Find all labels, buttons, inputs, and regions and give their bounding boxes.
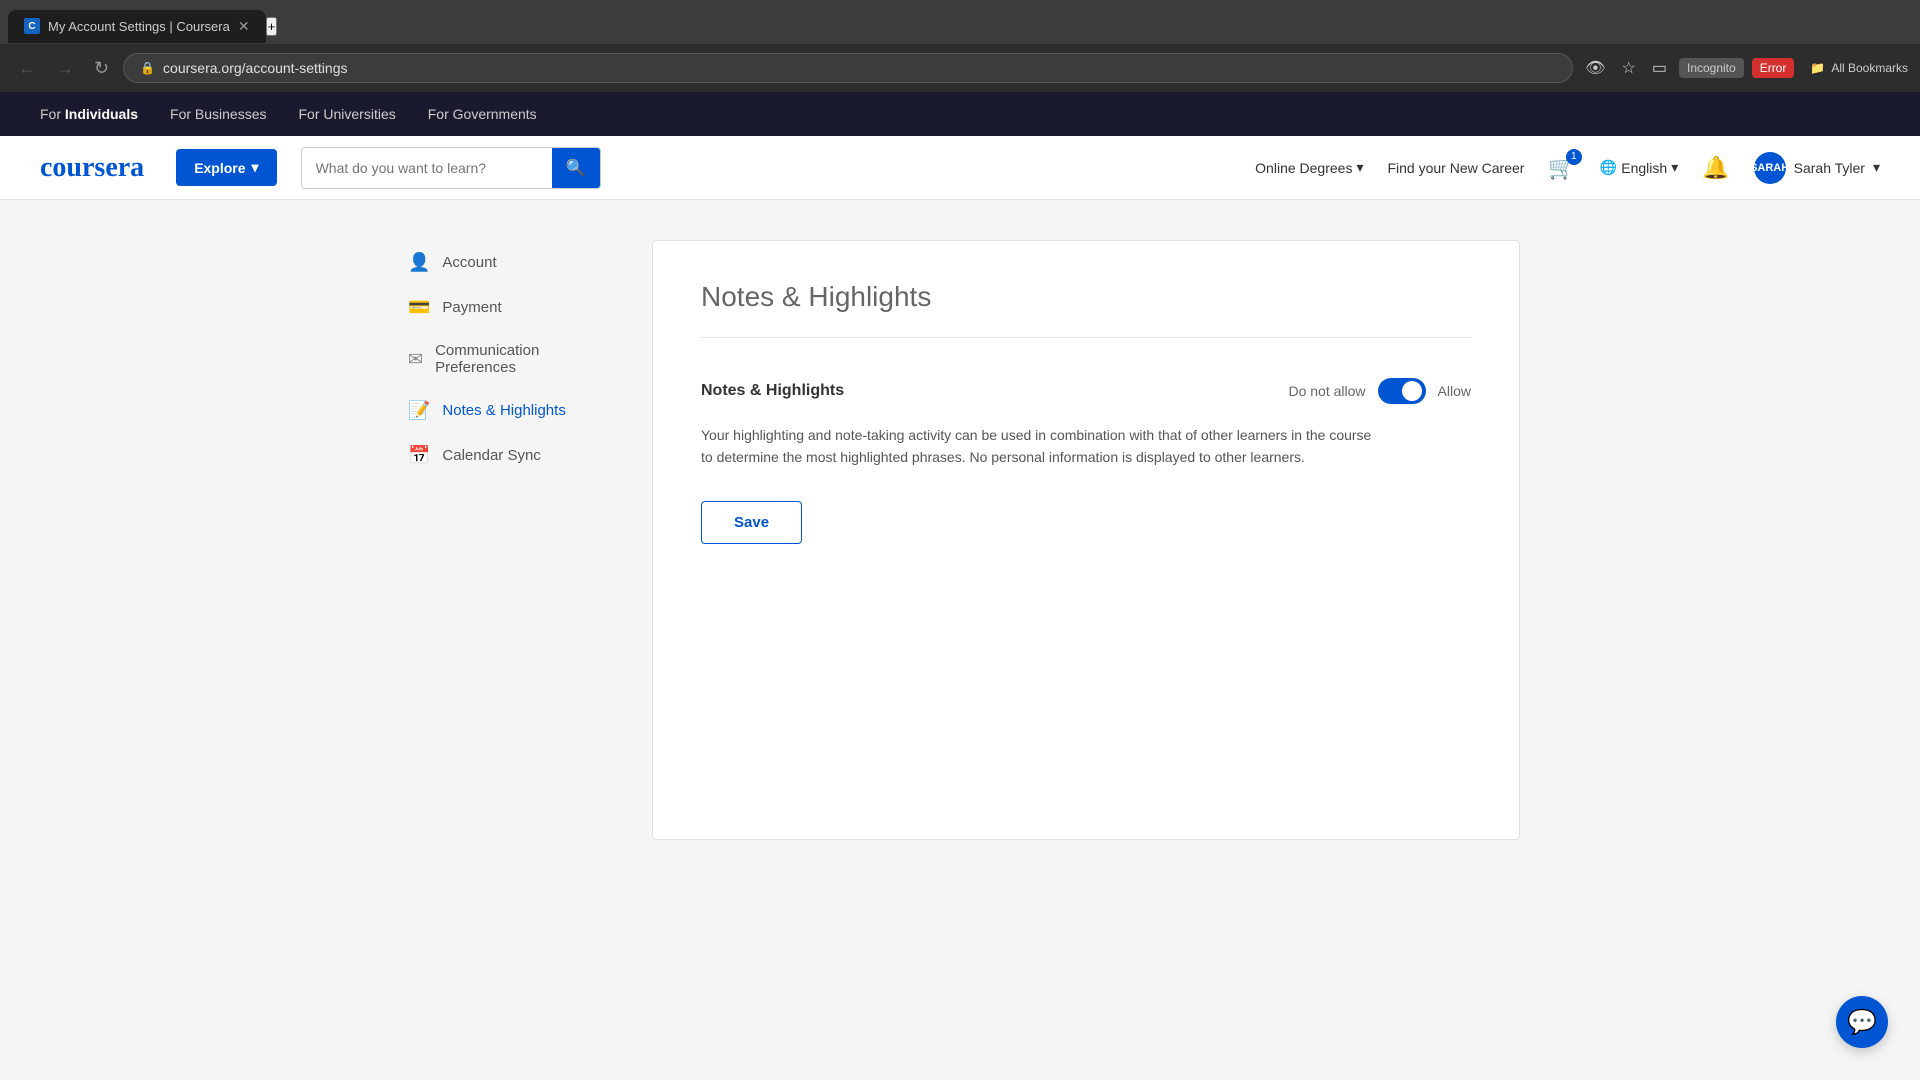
sidebar-item-notes[interactable]: 📝 Notes & Highlights — [400, 388, 620, 433]
person-icon: 👤 — [408, 252, 430, 273]
setting-label: Notes & Highlights — [701, 382, 1288, 400]
main-content-area: Notes & Highlights Notes & Highlights Do… — [652, 240, 1520, 840]
coursera-logo[interactable]: coursera — [40, 152, 144, 184]
explore-label: Explore — [194, 160, 245, 176]
notes-toggle[interactable] — [1378, 378, 1426, 404]
main-nav: coursera Explore ▾ 🔍 Online Degrees ▾ Fi… — [0, 136, 1920, 200]
top-nav: For Individuals For Businesses For Unive… — [0, 92, 1920, 136]
user-initials: SARAH — [1750, 162, 1789, 174]
cart-badge: 1 — [1566, 149, 1582, 165]
sidebar-item-payment[interactable]: 💳 Payment — [400, 285, 620, 330]
explore-button[interactable]: Explore ▾ — [176, 149, 276, 186]
email-icon: ✉ — [408, 349, 423, 370]
language-chevron-icon: ▾ — [1671, 159, 1678, 176]
sidebar-label-communication: Communication Preferences — [435, 342, 612, 376]
toggle-group: Do not allow Allow — [1288, 378, 1471, 404]
chat-widget[interactable]: 💬 — [1836, 996, 1888, 1048]
star-icon[interactable]: ☆ — [1618, 54, 1640, 82]
search-bar: 🔍 — [301, 147, 601, 189]
new-tab-button[interactable]: + — [266, 17, 278, 36]
page-content: 👤 Account 💳 Payment ✉ Communication Pref… — [360, 240, 1560, 840]
explore-chevron-icon: ▾ — [252, 159, 259, 176]
online-degrees-link[interactable]: Online Degrees ▾ — [1255, 159, 1363, 176]
forward-button[interactable]: → — [50, 54, 80, 83]
bookmarks-area: 📁 All Bookmarks — [1810, 61, 1908, 75]
browser-toolbar: ← → ↻ 🔒 coursera.org/account-settings 👁 … — [0, 44, 1920, 92]
lock-icon: 🔒 — [140, 61, 155, 75]
for-governments-link[interactable]: For Governments — [428, 106, 537, 122]
online-degrees-label: Online Degrees — [1255, 160, 1352, 176]
user-name: Sarah Tyler — [1794, 160, 1865, 176]
cart-icon[interactable]: 🛒 1 — [1548, 155, 1575, 181]
for-businesses-link[interactable]: For Businesses — [170, 106, 266, 122]
notes-setting-row: Notes & Highlights Do not allow Allow — [701, 378, 1471, 404]
find-career-label: Find your New Career — [1387, 160, 1524, 176]
for-individuals-pre: For — [40, 106, 65, 122]
address-text: coursera.org/account-settings — [163, 60, 347, 76]
close-tab-button[interactable]: ✕ — [238, 18, 250, 35]
tab-title: My Account Settings | Coursera — [48, 19, 230, 34]
address-bar[interactable]: 🔒 coursera.org/account-settings — [123, 53, 1573, 83]
notifications-bell-icon[interactable]: 🔔 — [1702, 155, 1729, 181]
search-input[interactable] — [302, 150, 552, 186]
save-label: Save — [734, 514, 769, 531]
for-individuals-bold: Individuals — [65, 106, 138, 122]
tablet-icon[interactable]: ▭ — [1648, 54, 1671, 82]
page-title: Notes & Highlights — [701, 281, 1471, 338]
chat-icon: 💬 — [1847, 1008, 1877, 1037]
search-icon: 🔍 — [566, 160, 586, 177]
notes-icon: 📝 — [408, 400, 430, 421]
do-not-allow-text: Do not allow — [1288, 383, 1365, 399]
payment-icon: 💳 — [408, 297, 430, 318]
online-degrees-chevron-icon: ▾ — [1356, 159, 1363, 176]
globe-icon: 🌐 — [1600, 159, 1617, 176]
bookmarks-label: All Bookmarks — [1831, 61, 1908, 75]
eye-icon[interactable]: 👁 — [1581, 54, 1609, 82]
sidebar-label-account: Account — [442, 254, 496, 271]
bookmarks-folder-icon: 📁 — [1810, 61, 1825, 75]
language-selector[interactable]: 🌐 English ▾ — [1600, 159, 1678, 176]
browser-tab-bar: C My Account Settings | Coursera ✕ + — [0, 0, 1920, 44]
avatar: SARAH — [1754, 152, 1786, 184]
sidebar-label-payment: Payment — [442, 299, 501, 316]
user-menu[interactable]: SARAH Sarah Tyler ▾ — [1754, 152, 1880, 184]
sidebar-item-communication[interactable]: ✉ Communication Preferences — [400, 330, 620, 388]
sidebar-label-notes: Notes & Highlights — [442, 402, 565, 419]
save-button[interactable]: Save — [701, 501, 802, 544]
for-universities-link[interactable]: For Universities — [299, 106, 396, 122]
for-individuals-link[interactable]: For Individuals — [40, 106, 138, 122]
error-badge: Error — [1752, 58, 1795, 78]
toggle-slider — [1378, 378, 1426, 404]
sidebar-item-account[interactable]: 👤 Account — [400, 240, 620, 285]
setting-description: Your highlighting and note-taking activi… — [701, 424, 1381, 469]
sidebar-item-calendar[interactable]: 📅 Calendar Sync — [400, 433, 620, 478]
user-menu-chevron-icon: ▾ — [1873, 159, 1880, 176]
tab-favicon: C — [24, 18, 40, 34]
sidebar: 👤 Account 💳 Payment ✉ Communication Pref… — [400, 240, 620, 840]
reload-button[interactable]: ↻ — [88, 54, 115, 83]
back-button[interactable]: ← — [12, 54, 42, 83]
toolbar-actions: 👁 ☆ ▭ Incognito Error — [1581, 54, 1794, 82]
calendar-icon: 📅 — [408, 445, 430, 466]
language-label: English — [1621, 160, 1667, 176]
search-button[interactable]: 🔍 — [552, 148, 600, 188]
find-career-link[interactable]: Find your New Career — [1387, 160, 1524, 176]
allow-text: Allow — [1438, 383, 1471, 399]
incognito-badge: Incognito — [1679, 58, 1744, 78]
browser-chrome: C My Account Settings | Coursera ✕ + ← →… — [0, 0, 1920, 92]
sidebar-label-calendar: Calendar Sync — [442, 447, 540, 464]
active-tab[interactable]: C My Account Settings | Coursera ✕ — [8, 10, 266, 43]
